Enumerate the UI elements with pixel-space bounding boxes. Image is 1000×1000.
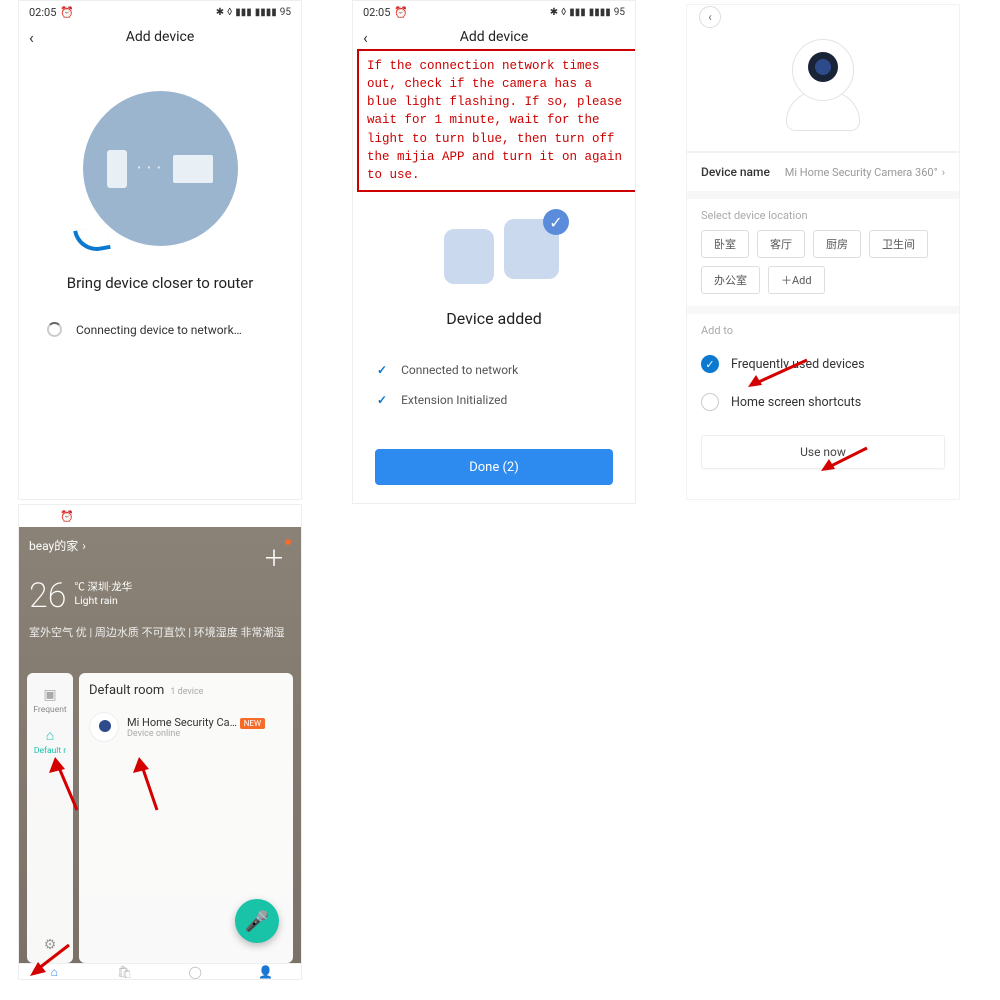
temp-unit: ℃ (74, 580, 85, 593)
status-bar: 02:05 ⏰ ✱ ◊ ▮▮▮ ▮▮▮▮ 95 (19, 1, 301, 23)
wifi-icon: ◊ (561, 7, 566, 18)
use-now-button[interactable]: Use now (701, 435, 945, 469)
weather: Light rain (74, 594, 117, 607)
battery-icon: ▮▮▮▮ (255, 511, 277, 522)
signal-icon: ▮▮▮ (235, 511, 252, 522)
check-icon: ✓ (377, 363, 387, 377)
device-name-label: Device name (701, 165, 770, 179)
new-badge: NEW (240, 718, 265, 729)
add-to-label: Add to (687, 314, 959, 345)
room-device-count: 1 device (170, 687, 203, 697)
location: 深圳·龙华 (88, 580, 133, 593)
device-name-value: Mi Home Security Camera 360° (785, 166, 938, 179)
alarm-icon: ⏰ (394, 6, 408, 19)
chip-bedroom[interactable]: 卧室 (701, 230, 749, 258)
camera-illustration (778, 39, 868, 139)
screen-mi-home: 02:09 ⏰ ✱ ◊ ▮▮▮ ▮▮▮▮ 94 beay的家 › 26 ℃ 深圳… (18, 504, 302, 980)
bottom-nav: ⌂ 🛍 ◯ 👤 (19, 963, 301, 979)
device-name-row[interactable]: Device name Mi Home Security Camera 360°… (687, 152, 959, 191)
chevron-right-icon: › (942, 166, 945, 179)
status-connected: Connected to network (401, 363, 518, 377)
gear-icon[interactable]: ⚙ (44, 937, 57, 953)
device-status: Device online (127, 729, 283, 739)
check-icon: ✓ (377, 393, 387, 407)
chip-kitchen[interactable]: 厨房 (813, 230, 861, 258)
option-shortcut[interactable]: Home screen shortcuts (687, 383, 959, 421)
add-device-button[interactable]: ＋ (263, 541, 285, 573)
status-time: 02:09 (29, 510, 56, 523)
chip-bathroom[interactable]: 卫生间 (869, 230, 928, 258)
battery-pct: 94 (280, 511, 291, 522)
home-selector[interactable]: beay的家 › (29, 537, 289, 554)
page-title: Add device (19, 29, 301, 45)
home-icon: ⌂ (27, 727, 73, 744)
wifi-icon: ◊ (227, 511, 232, 522)
status-bar: 02:09 ⏰ ✱ ◊ ▮▮▮ ▮▮▮▮ 94 (19, 505, 301, 527)
home-icon: ⌂ (44, 965, 64, 979)
screen-device-added: 02:05 ⏰ ✱ ◊ ▮▮▮ ▮▮▮▮ 95 ‹ Add device If … (352, 0, 636, 504)
screen-add-device-connecting: 02:05 ⏰ ✱ ◊ ▮▮▮ ▮▮▮▮ 95 ‹ Add device • •… (18, 0, 302, 500)
microphone-icon: 🎤 (245, 909, 270, 933)
added-heading: Device added (353, 309, 635, 328)
chip-office[interactable]: 办公室 (701, 266, 760, 294)
radio-checked-icon: ✓ (701, 355, 719, 373)
annotation-note: If the connection network times out, che… (357, 49, 636, 192)
room-card: Default room 1 device Mi Home Security C… (79, 673, 293, 963)
status-time: 02:05 (29, 6, 56, 19)
temperature-value: 26 (29, 576, 66, 616)
camera-small-icon (89, 712, 119, 742)
status-initialized: Extension Initialized (401, 393, 507, 407)
page-title: Add device (353, 29, 635, 45)
spinner-icon (47, 322, 62, 337)
back-circle-button[interactable]: ‹ (699, 6, 721, 28)
connecting-illustration: • • • (83, 91, 238, 246)
success-check-icon: ✓ (543, 209, 569, 235)
nav-home[interactable]: ⌂ (44, 965, 64, 979)
battery-icon: ▮▮▮▮ (255, 7, 277, 18)
battery-pct: 95 (614, 7, 625, 18)
tab-frequent[interactable]: ▣ Frequent (27, 681, 73, 721)
added-illustration: ✓ (404, 179, 584, 299)
chip-add[interactable]: ＋Add (768, 266, 825, 294)
chevron-right-icon: › (82, 539, 86, 553)
status-time: 02:05 (363, 6, 390, 19)
bluetooth-icon: ✱ (216, 511, 224, 522)
bluetooth-icon: ✱ (216, 7, 224, 18)
select-location-label: Select device location (687, 199, 959, 230)
user-icon: 👤 (256, 965, 276, 979)
location-chips: 卧室 客厅 厨房 卫生间 办公室 ＋Add (687, 230, 959, 306)
signal-icon: ▮▮▮ (569, 7, 586, 18)
nav-scene[interactable]: ◯ (185, 965, 205, 979)
battery-icon: ▮▮▮▮ (589, 7, 611, 18)
status-bar: 02:05 ⏰ ✱ ◊ ▮▮▮ ▮▮▮▮ 95 (353, 1, 635, 23)
connecting-status: Connecting device to network… (76, 323, 242, 337)
screen-device-setup: ‹ Device name Mi Home Security Camera 36… (686, 4, 960, 500)
device-row[interactable]: Mi Home Security Ca… NEW Device online (89, 712, 283, 742)
tab-default-room[interactable]: ⌂ Default r (27, 721, 73, 762)
option-frequent[interactable]: ✓ Frequently used devices (687, 345, 959, 383)
alarm-icon: ⏰ (60, 6, 74, 19)
voice-fab[interactable]: 🎤 (235, 899, 279, 943)
side-tabs: ▣ Frequent ⌂ Default r ⚙ (27, 673, 73, 963)
room-name: Default room (89, 683, 164, 698)
alarm-icon: ⏰ (60, 510, 74, 523)
battery-pct: 95 (280, 7, 291, 18)
radio-unchecked-icon (701, 393, 719, 411)
circle-icon: ◯ (185, 965, 205, 979)
chip-living[interactable]: 客厅 (757, 230, 805, 258)
wifi-icon: ◊ (227, 7, 232, 18)
done-button[interactable]: Done (2) (375, 449, 613, 485)
nav-store[interactable]: 🛍 (115, 965, 135, 979)
bag-icon: 🛍 (115, 965, 135, 979)
signal-icon: ▮▮▮ (235, 7, 252, 18)
instruction-heading: Bring device closer to router (19, 274, 301, 292)
grid-icon: ▣ (27, 687, 73, 703)
air-info: 室外空气 优 | 周边水质 不可直饮 | 环境湿度 非常潮湿 (29, 624, 289, 640)
bluetooth-icon: ✱ (550, 7, 558, 18)
nav-profile[interactable]: 👤 (256, 965, 276, 979)
